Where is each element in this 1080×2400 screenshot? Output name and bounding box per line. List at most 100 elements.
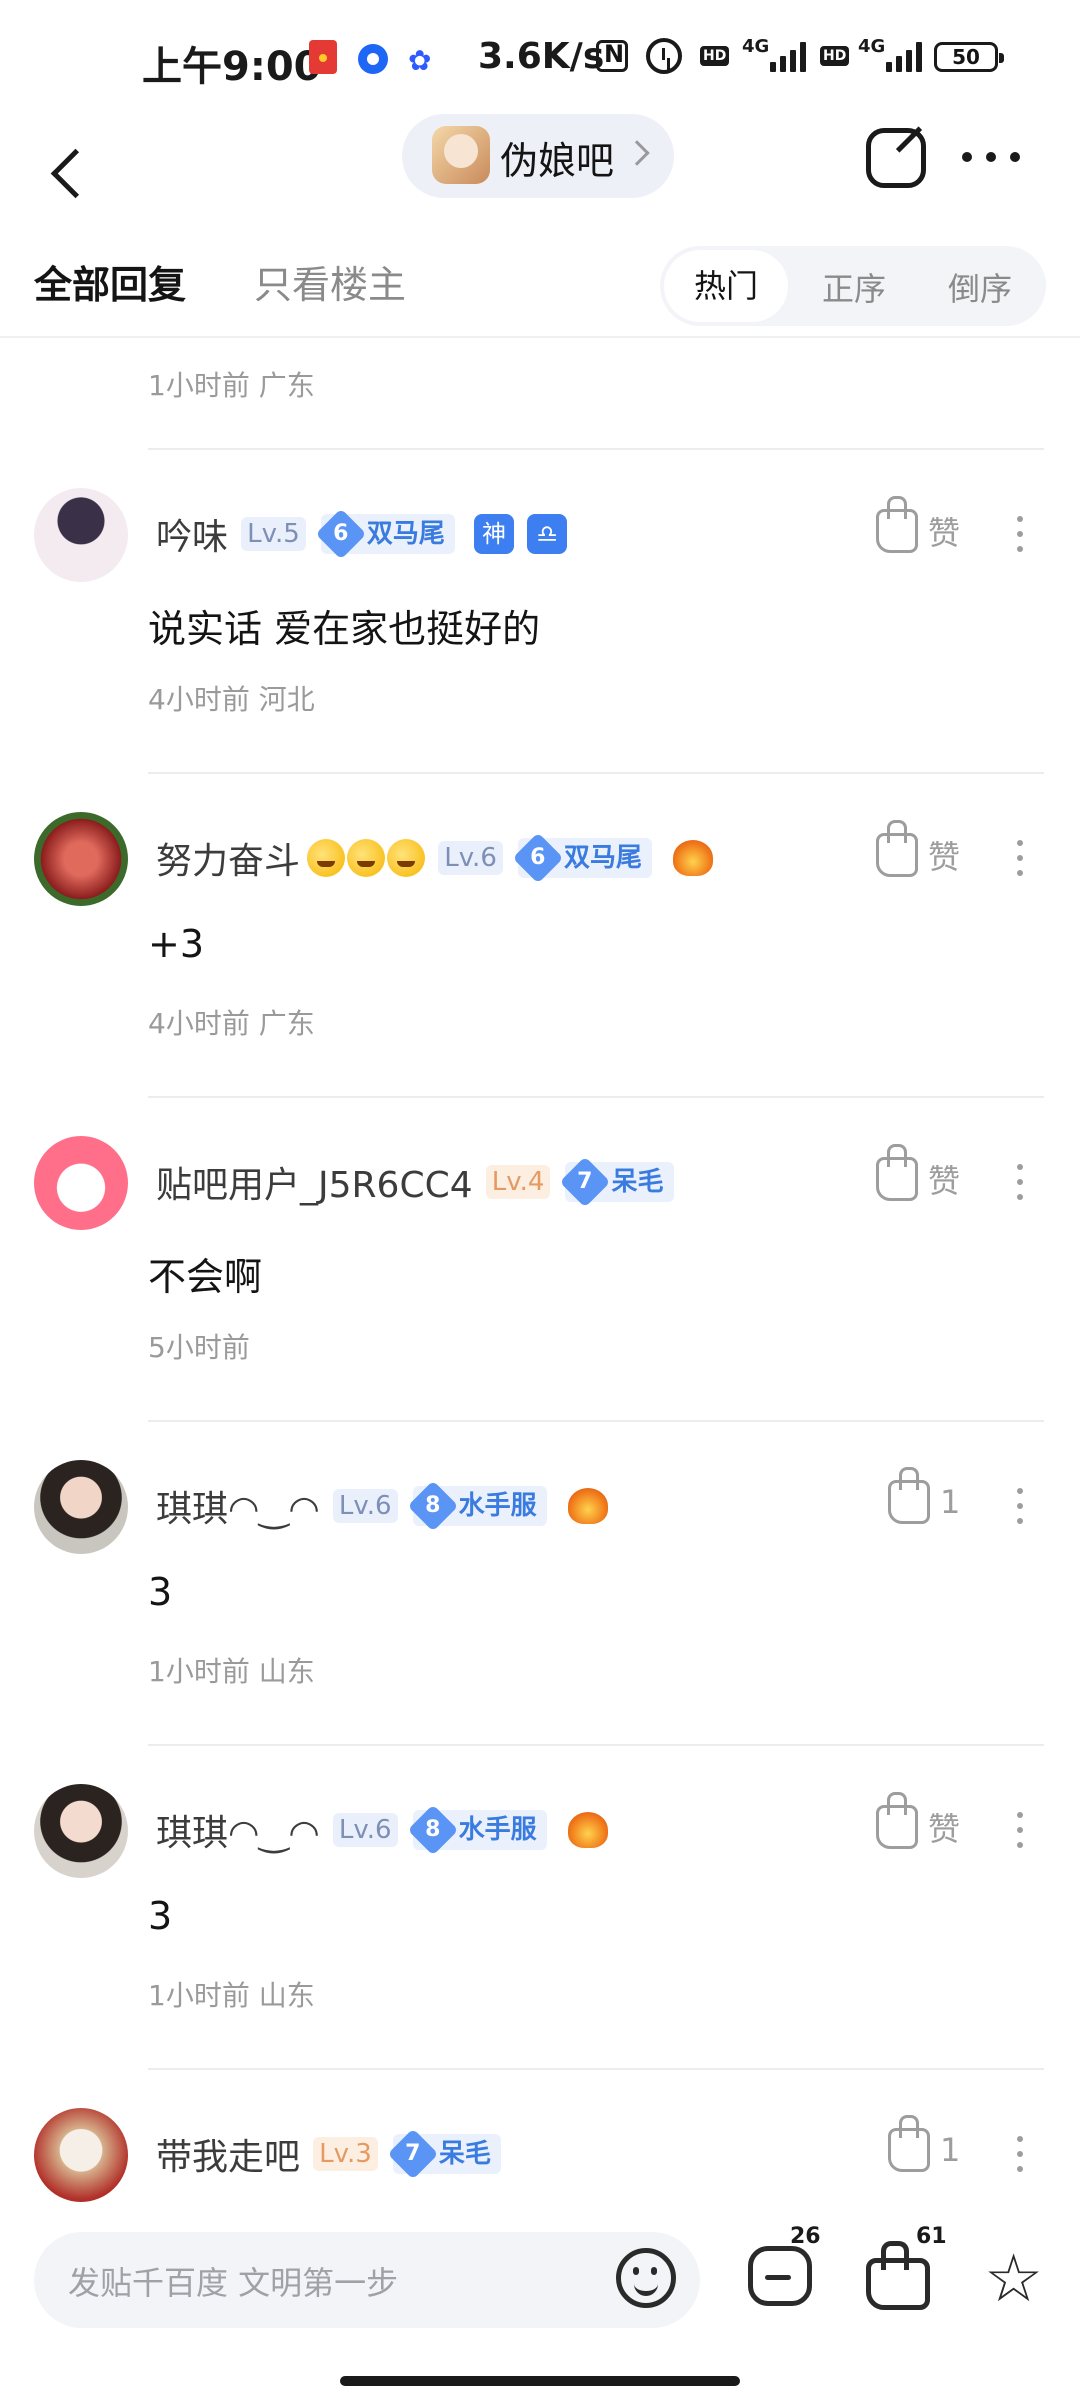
thumb-up-icon (876, 1792, 918, 1849)
forum-link[interactable]: 伪娘吧 (402, 114, 674, 198)
tab-all-replies[interactable]: 全部回复 (34, 254, 186, 309)
comment-item: 贴吧用户_J5R6CC4 Lv.4 7 呆毛 赞 不会啊 5小时前 (0, 1098, 1080, 1422)
level-badge: Lv.6 (332, 1489, 398, 1523)
like-button[interactable]: 赞 (876, 496, 960, 558)
level-badge: Lv.5 (241, 517, 306, 551)
fan-badge: 6 双马尾 (512, 832, 652, 884)
hd-icon: HD (700, 46, 730, 66)
sort-hot[interactable]: 热门 (664, 250, 788, 322)
back-button[interactable] (40, 132, 100, 212)
forum-name: 伪娘吧 (500, 139, 615, 183)
comment-button[interactable] (748, 2246, 812, 2306)
username[interactable]: 贴吧用户_J5R6CC4 (156, 1156, 473, 1208)
star-icon[interactable]: ☆ (984, 2246, 1043, 2312)
status-bar: 上午9:00 ✿ 3.6K/s HD 4G HD 4G 50 (0, 0, 1080, 112)
avatar[interactable] (34, 1136, 128, 1230)
fire-icon (567, 1488, 608, 1524)
fan-badge: 7 呆毛 (560, 1156, 674, 1208)
network-type-label: 4G (858, 36, 886, 57)
thumb-up-icon (876, 1144, 918, 1201)
status-time: 上午9:00 (142, 44, 322, 90)
libra-icon: ♎ (527, 514, 568, 554)
avatar[interactable] (34, 488, 128, 582)
kebab-icon[interactable] (1012, 2132, 1028, 2176)
home-indicator[interactable] (340, 2376, 740, 2386)
like-post-button[interactable] (866, 2241, 930, 2310)
kebab-icon[interactable] (1012, 1808, 1028, 1852)
fan-badge: 8 水手服 (407, 1804, 547, 1856)
reply-input[interactable]: 发贴千百度 文明第一步 (34, 2232, 700, 2328)
sort-ascending[interactable]: 正序 (822, 264, 886, 310)
grin-emoji-icon (347, 839, 386, 877)
username[interactable]: 琪琪◠‿◠ (156, 1804, 320, 1856)
network-speed: 3.6K/s (478, 36, 605, 77)
grin-emoji-icon (387, 839, 426, 877)
baidu-paw-icon: ✿ (408, 44, 432, 77)
username[interactable]: 努力奋斗 (156, 832, 300, 884)
kebab-icon[interactable] (1012, 836, 1028, 880)
comment-count: 26 (790, 2224, 821, 2249)
kebab-icon[interactable] (1012, 1160, 1028, 1204)
reply-placeholder: 发贴千百度 文明第一步 (68, 2264, 399, 2302)
comment-item: 努力奋斗 Lv.6 6 双马尾 赞 +3 4小时前 广东 (0, 774, 1080, 1098)
avatar[interactable] (34, 812, 128, 906)
sort-descending[interactable]: 倒序 (948, 264, 1012, 310)
like-button[interactable]: 1 (888, 2115, 960, 2178)
avatar[interactable] (34, 1784, 128, 1878)
fire-icon (567, 1812, 608, 1848)
like-button[interactable]: 赞 (876, 820, 960, 882)
signal-icon (770, 40, 814, 72)
hd-icon: HD (820, 46, 850, 66)
user-line: 努力奋斗 Lv.6 6 双马尾 (156, 832, 714, 884)
reply-tabs: 全部回复 只看楼主 热门 正序 倒序 (0, 242, 1080, 338)
red-packet-icon (309, 40, 337, 74)
chevron-right-icon (624, 140, 650, 166)
fan-badge: 8 水手服 (407, 1480, 547, 1532)
forum-avatar (432, 126, 490, 184)
thumb-up-icon (888, 2115, 930, 2172)
level-badge: Lv.6 (332, 1813, 398, 1847)
level-badge: Lv.3 (313, 2137, 378, 2171)
signal-icon (886, 40, 930, 72)
comment-meta: 4小时前 河北 (148, 683, 315, 716)
nfc-icon (596, 40, 628, 72)
battery-icon: 50 (934, 42, 1004, 72)
avatar[interactable] (34, 1460, 128, 1554)
avatar[interactable] (34, 2108, 128, 2202)
username[interactable]: 琪琪◠‿◠ (156, 1480, 320, 1532)
user-line: 琪琪◠‿◠ Lv.6 8 水手服 (156, 1804, 608, 1856)
comment-text: 说实话 爱在家也挺好的 (148, 607, 541, 651)
god-icon: 神 (473, 514, 514, 554)
user-line: 贴吧用户_J5R6CC4 Lv.4 7 呆毛 (156, 1156, 674, 1208)
like-button[interactable]: 赞 (876, 1792, 960, 1854)
comment-meta: 5小时前 (148, 1331, 250, 1364)
comment-meta: 1小时前 广东 (148, 369, 315, 402)
tab-host-only[interactable]: 只看楼主 (254, 254, 406, 309)
comment-item: 琪琪◠‿◠ Lv.6 8 水手服 1 3 1小时前 山东 (0, 1422, 1080, 1746)
network-type-label: 4G (742, 36, 770, 57)
level-badge: Lv.4 (485, 1165, 551, 1199)
smile-emoji-icon (307, 839, 346, 877)
like-count: 61 (916, 2224, 947, 2249)
thumb-up-icon (888, 1467, 930, 1524)
user-line: 吟味 Lv.5 6 双马尾 神 ♎ (156, 508, 568, 560)
username[interactable]: 吟味 (156, 508, 228, 560)
comment-meta: 1小时前 山东 (148, 1979, 315, 2012)
like-button[interactable]: 赞 (876, 1144, 960, 1206)
username[interactable]: 带我走吧 (156, 2128, 300, 2180)
fire-icon (673, 840, 714, 876)
thumb-up-icon (876, 496, 918, 553)
comment-text: 不会啊 (148, 1255, 263, 1299)
like-button[interactable]: 1 (888, 1467, 960, 1530)
fan-badge: 6 双马尾 (315, 508, 455, 560)
more-button[interactable] (962, 148, 1022, 164)
smile-icon[interactable] (616, 2248, 676, 2308)
kebab-icon[interactable] (1012, 1484, 1028, 1528)
comment-meta: 4小时前 广东 (148, 1007, 315, 1040)
share-button[interactable] (866, 128, 926, 188)
bottom-bar: 发贴千百度 文明第一步 26 61 ☆ (0, 2206, 1080, 2400)
level-badge: Lv.6 (438, 841, 503, 875)
kebab-icon[interactable] (1012, 512, 1028, 556)
sort-toggle: 热门 正序 倒序 (660, 246, 1046, 326)
thumb-up-icon (876, 820, 918, 877)
